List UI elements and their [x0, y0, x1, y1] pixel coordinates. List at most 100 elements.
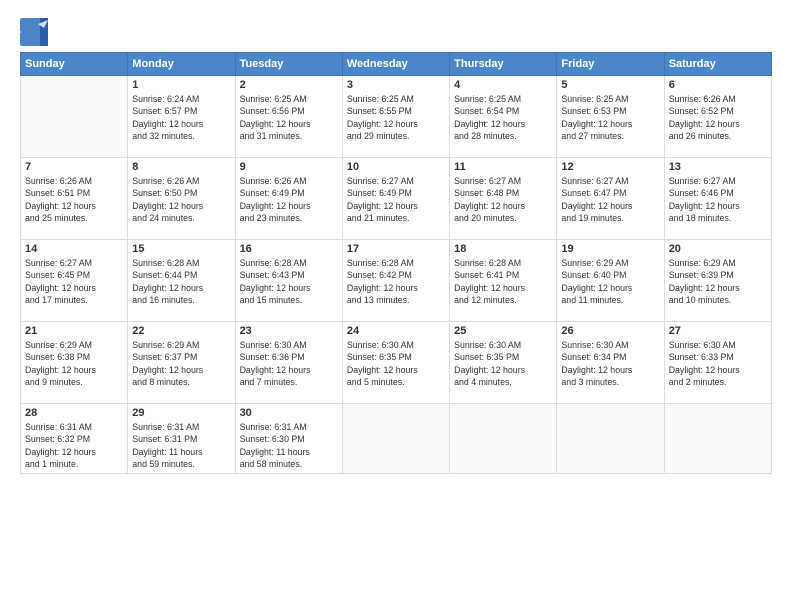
calendar-cell: 27 Sunrise: 6:30 AM Sunset: 6:33 PM Dayli… [664, 322, 771, 404]
day-number: 4 [454, 79, 552, 91]
day-number: 15 [132, 243, 230, 255]
calendar-header-sunday: Sunday [21, 53, 128, 76]
day-number: 19 [561, 243, 659, 255]
day-info: Sunrise: 6:26 AM Sunset: 6:52 PM Dayligh… [669, 93, 767, 142]
calendar-week-row: 14 Sunrise: 6:27 AM Sunset: 6:45 PM Dayli… [21, 240, 772, 322]
day-info: Sunrise: 6:30 AM Sunset: 6:33 PM Dayligh… [669, 339, 767, 388]
day-number: 28 [25, 407, 123, 419]
day-number: 2 [240, 79, 338, 91]
day-number: 7 [25, 161, 123, 173]
day-number: 16 [240, 243, 338, 255]
calendar-cell: 17 Sunrise: 6:28 AM Sunset: 6:42 PM Dayli… [342, 240, 449, 322]
calendar-cell: 9 Sunrise: 6:26 AM Sunset: 6:49 PM Daylig… [235, 158, 342, 240]
calendar-cell: 3 Sunrise: 6:25 AM Sunset: 6:55 PM Daylig… [342, 76, 449, 158]
day-number: 30 [240, 407, 338, 419]
calendar-cell: 5 Sunrise: 6:25 AM Sunset: 6:53 PM Daylig… [557, 76, 664, 158]
day-info: Sunrise: 6:25 AM Sunset: 6:56 PM Dayligh… [240, 93, 338, 142]
calendar-cell: 24Sunrise: 6:30 AM Sunset: 6:35 PM Dayli… [342, 322, 449, 404]
calendar-cell: 2 Sunrise: 6:25 AM Sunset: 6:56 PM Daylig… [235, 76, 342, 158]
day-number: 12 [561, 161, 659, 173]
calendar-cell [557, 404, 664, 474]
day-info: Sunrise: 6:28 AM Sunset: 6:44 PM Dayligh… [132, 257, 230, 306]
day-info: Sunrise: 6:26 AM Sunset: 6:51 PM Dayligh… [25, 175, 123, 224]
day-number: 8 [132, 161, 230, 173]
calendar-week-row: 7 Sunrise: 6:26 AM Sunset: 6:51 PM Daylig… [21, 158, 772, 240]
day-info: Sunrise: 6:30 AM Sunset: 6:36 PM Dayligh… [240, 339, 338, 388]
day-info: Sunrise: 6:27 AM Sunset: 6:46 PM Dayligh… [669, 175, 767, 224]
day-info: Sunrise: 6:30 AM Sunset: 6:34 PM Dayligh… [561, 339, 659, 388]
calendar-cell: 10 Sunrise: 6:27 AM Sunset: 6:49 PM Dayli… [342, 158, 449, 240]
calendar-cell: 16 Sunrise: 6:28 AM Sunset: 6:43 PM Dayli… [235, 240, 342, 322]
calendar-cell: 21Sunrise: 6:29 AM Sunset: 6:38 PM Dayli… [21, 322, 128, 404]
calendar-cell: 14 Sunrise: 6:27 AM Sunset: 6:45 PM Dayli… [21, 240, 128, 322]
day-number: 5 [561, 79, 659, 91]
calendar-cell: 19Sunrise: 6:29 AM Sunset: 6:40 PM Dayli… [557, 240, 664, 322]
calendar: SundayMondayTuesdayWednesdayThursdayFrid… [20, 52, 772, 474]
day-info: Sunrise: 6:31 AM Sunset: 6:30 PM Dayligh… [240, 421, 338, 470]
calendar-header-row: SundayMondayTuesdayWednesdayThursdayFrid… [21, 53, 772, 76]
day-number: 3 [347, 79, 445, 91]
day-number: 13 [669, 161, 767, 173]
day-number: 14 [25, 243, 123, 255]
calendar-cell: 11Sunrise: 6:27 AM Sunset: 6:48 PM Dayli… [450, 158, 557, 240]
calendar-cell: 6 Sunrise: 6:26 AM Sunset: 6:52 PM Daylig… [664, 76, 771, 158]
day-info: Sunrise: 6:25 AM Sunset: 6:53 PM Dayligh… [561, 93, 659, 142]
day-number: 29 [132, 407, 230, 419]
day-info: Sunrise: 6:26 AM Sunset: 6:49 PM Dayligh… [240, 175, 338, 224]
day-number: 6 [669, 79, 767, 91]
day-info: Sunrise: 6:29 AM Sunset: 6:37 PM Dayligh… [132, 339, 230, 388]
day-info: Sunrise: 6:27 AM Sunset: 6:49 PM Dayligh… [347, 175, 445, 224]
day-number: 1 [132, 79, 230, 91]
day-number: 10 [347, 161, 445, 173]
day-number: 11 [454, 161, 552, 173]
calendar-cell: 18Sunrise: 6:28 AM Sunset: 6:41 PM Dayli… [450, 240, 557, 322]
calendar-week-row: 28 Sunrise: 6:31 AM Sunset: 6:32 PM Dayli… [21, 404, 772, 474]
day-info: Sunrise: 6:27 AM Sunset: 6:45 PM Dayligh… [25, 257, 123, 306]
day-info: Sunrise: 6:26 AM Sunset: 6:50 PM Dayligh… [132, 175, 230, 224]
day-info: Sunrise: 6:29 AM Sunset: 6:39 PM Dayligh… [669, 257, 767, 306]
day-info: Sunrise: 6:28 AM Sunset: 6:42 PM Dayligh… [347, 257, 445, 306]
day-info: Sunrise: 6:28 AM Sunset: 6:43 PM Dayligh… [240, 257, 338, 306]
day-number: 9 [240, 161, 338, 173]
day-number: 26 [561, 325, 659, 337]
day-info: Sunrise: 6:30 AM Sunset: 6:35 PM Dayligh… [347, 339, 445, 388]
calendar-header-wednesday: Wednesday [342, 53, 449, 76]
calendar-cell: 22 Sunrise: 6:29 AM Sunset: 6:37 PM Dayli… [128, 322, 235, 404]
calendar-cell: 20 Sunrise: 6:29 AM Sunset: 6:39 PM Dayli… [664, 240, 771, 322]
day-info: Sunrise: 6:24 AM Sunset: 6:57 PM Dayligh… [132, 93, 230, 142]
calendar-header-saturday: Saturday [664, 53, 771, 76]
day-info: Sunrise: 6:31 AM Sunset: 6:32 PM Dayligh… [25, 421, 123, 470]
calendar-header-monday: Monday [128, 53, 235, 76]
calendar-cell [21, 76, 128, 158]
logo-icon [20, 18, 48, 46]
calendar-cell: 25Sunrise: 6:30 AM Sunset: 6:35 PM Dayli… [450, 322, 557, 404]
calendar-cell: 26 Sunrise: 6:30 AM Sunset: 6:34 PM Dayli… [557, 322, 664, 404]
day-number: 20 [669, 243, 767, 255]
calendar-cell: 4 Sunrise: 6:25 AM Sunset: 6:54 PM Daylig… [450, 76, 557, 158]
calendar-cell: 23 Sunrise: 6:30 AM Sunset: 6:36 PM Dayli… [235, 322, 342, 404]
calendar-cell [450, 404, 557, 474]
calendar-cell: 30 Sunrise: 6:31 AM Sunset: 6:30 PM Dayli… [235, 404, 342, 474]
day-number: 23 [240, 325, 338, 337]
day-number: 22 [132, 325, 230, 337]
calendar-header-thursday: Thursday [450, 53, 557, 76]
day-info: Sunrise: 6:25 AM Sunset: 6:54 PM Dayligh… [454, 93, 552, 142]
calendar-header-tuesday: Tuesday [235, 53, 342, 76]
calendar-cell: 7 Sunrise: 6:26 AM Sunset: 6:51 PM Daylig… [21, 158, 128, 240]
logo [20, 18, 52, 46]
calendar-week-row: 21Sunrise: 6:29 AM Sunset: 6:38 PM Dayli… [21, 322, 772, 404]
calendar-cell: 1 Sunrise: 6:24 AM Sunset: 6:57 PM Daylig… [128, 76, 235, 158]
page: SundayMondayTuesdayWednesdayThursdayFrid… [0, 0, 792, 612]
day-info: Sunrise: 6:25 AM Sunset: 6:55 PM Dayligh… [347, 93, 445, 142]
day-info: Sunrise: 6:29 AM Sunset: 6:38 PM Dayligh… [25, 339, 123, 388]
calendar-cell: 29 Sunrise: 6:31 AM Sunset: 6:31 PM Dayli… [128, 404, 235, 474]
calendar-cell: 13 Sunrise: 6:27 AM Sunset: 6:46 PM Dayli… [664, 158, 771, 240]
day-number: 27 [669, 325, 767, 337]
header [20, 18, 772, 46]
calendar-cell [664, 404, 771, 474]
calendar-cell: 28 Sunrise: 6:31 AM Sunset: 6:32 PM Dayli… [21, 404, 128, 474]
calendar-cell: 8 Sunrise: 6:26 AM Sunset: 6:50 PM Daylig… [128, 158, 235, 240]
calendar-cell: 15 Sunrise: 6:28 AM Sunset: 6:44 PM Dayli… [128, 240, 235, 322]
day-number: 17 [347, 243, 445, 255]
day-info: Sunrise: 6:31 AM Sunset: 6:31 PM Dayligh… [132, 421, 230, 470]
